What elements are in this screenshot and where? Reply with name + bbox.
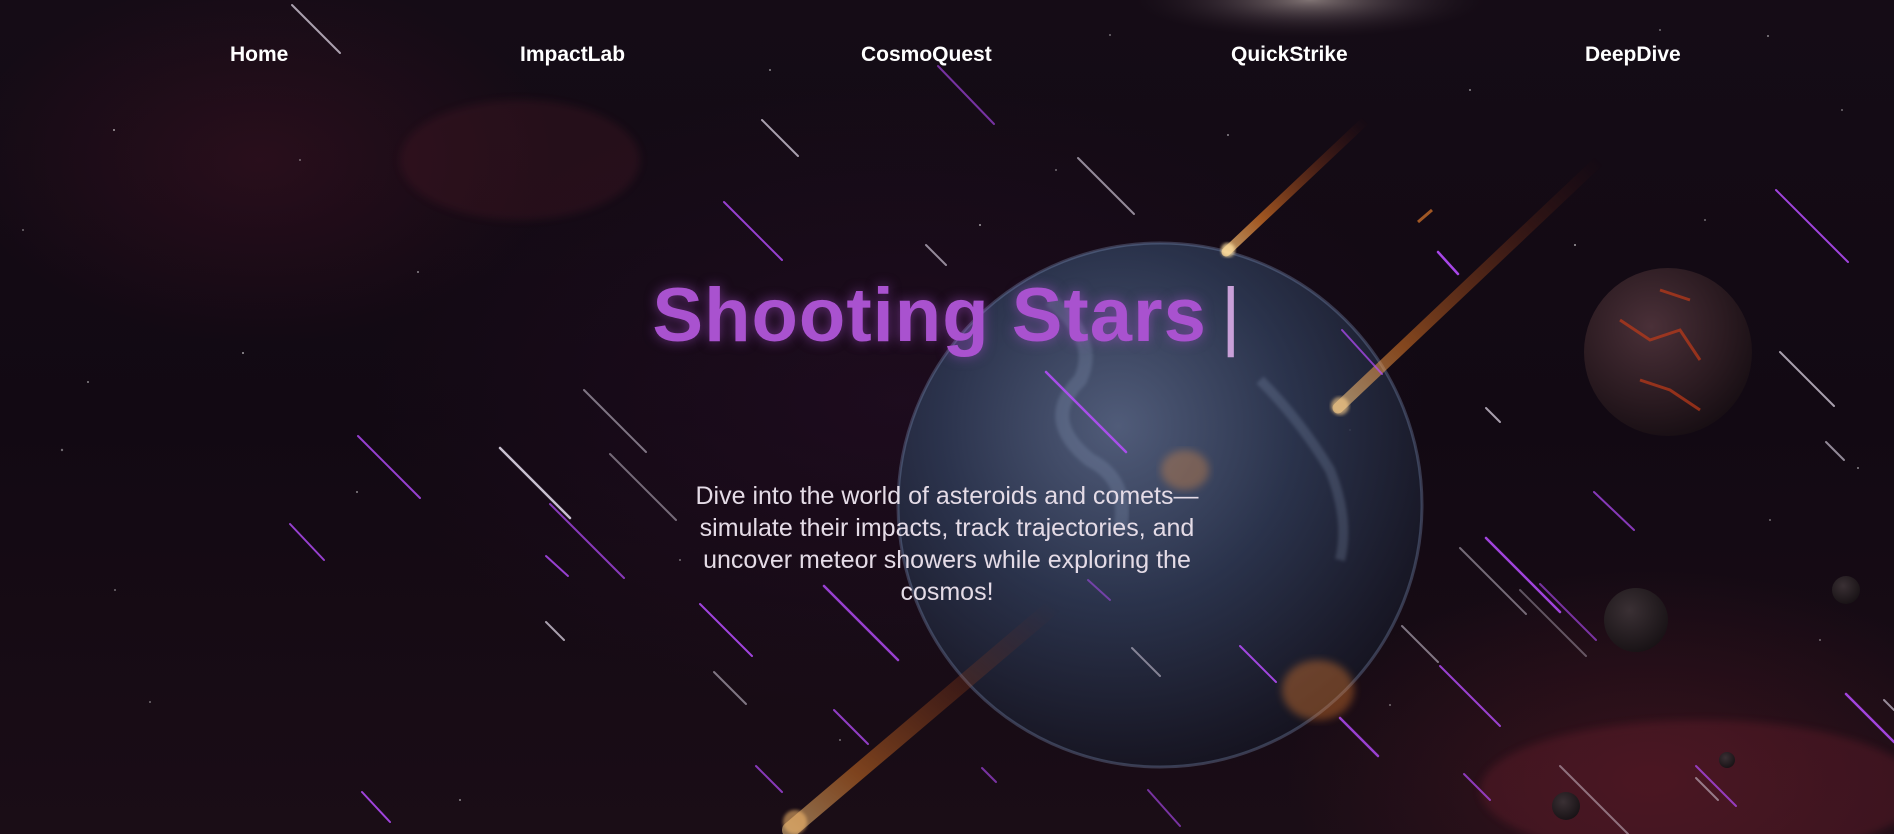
nav-item-home[interactable]: Home — [230, 43, 288, 67]
nav-item-quickstrike[interactable]: QuickStrike — [1231, 43, 1348, 67]
nav-item-cosmoquest[interactable]: CosmoQuest — [861, 43, 992, 67]
nav-item-impactlab[interactable]: ImpactLab — [520, 43, 625, 67]
hero-title-text: Shooting Stars — [652, 273, 1207, 358]
asteroid — [1604, 588, 1668, 652]
main-nav: Home ImpactLab CosmoQuest QuickStrike De… — [0, 0, 1894, 110]
page: Home ImpactLab CosmoQuest QuickStrike De… — [0, 0, 1894, 834]
asteroid — [1552, 792, 1580, 820]
hero-description: Dive into the world of asteroids and com… — [695, 482, 1199, 606]
hero-title: Shooting Stars | — [0, 272, 1894, 359]
asteroid — [1719, 752, 1735, 768]
nav-item-deepdive[interactable]: DeepDive — [1585, 43, 1681, 67]
typing-caret: | — [1220, 273, 1242, 358]
asteroid — [1832, 576, 1860, 604]
space-background — [22, 0, 1894, 834]
